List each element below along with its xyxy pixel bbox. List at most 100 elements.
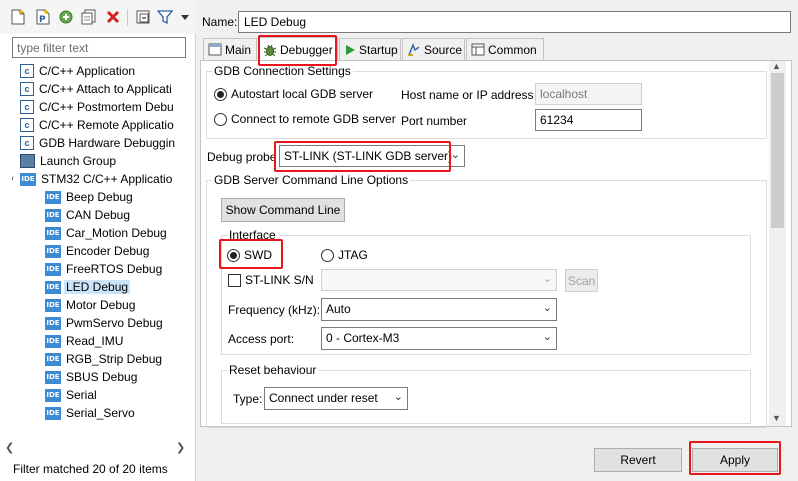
ide-icon: IDE bbox=[45, 280, 61, 294]
new-prototype-icon[interactable]: P bbox=[34, 8, 52, 26]
ide-icon: IDE bbox=[45, 226, 61, 240]
tree-item-label: CAN Debug bbox=[66, 208, 131, 222]
connect-remote-gdb-radio[interactable]: Connect to remote GDB server bbox=[214, 112, 396, 126]
tab-source-label: Source bbox=[424, 42, 463, 57]
swd-radio[interactable]: SWD bbox=[227, 248, 272, 262]
ide-icon: IDE bbox=[45, 370, 61, 384]
tab-source[interactable]: Source bbox=[402, 38, 465, 60]
source-icon bbox=[407, 42, 421, 57]
apply-button[interactable]: Apply bbox=[692, 448, 778, 472]
tree-item[interactable]: c C/C++ Attach to Applicati bbox=[20, 80, 172, 98]
radio-indicator bbox=[214, 112, 227, 126]
interface-title: Interface bbox=[227, 228, 278, 242]
tree-item-label: RGB_Strip Debug bbox=[66, 352, 163, 366]
toolbar-separator bbox=[127, 9, 128, 26]
tab-startup[interactable]: Startup bbox=[339, 38, 401, 60]
scroll-up-icon[interactable]: ▲ bbox=[772, 61, 781, 71]
launch-config-toolbar: P bbox=[0, 0, 196, 34]
reset-type-select[interactable]: Connect under reset ⌄ bbox=[264, 387, 408, 410]
tree-item[interactable]: IDE LED Debug bbox=[45, 278, 131, 296]
ide-icon: IDE bbox=[45, 262, 61, 276]
host-label: Host name or IP address bbox=[401, 88, 534, 102]
tree-item[interactable]: IDE PwmServo Debug bbox=[45, 314, 163, 332]
filter-input[interactable] bbox=[12, 37, 186, 58]
collapse-all-icon[interactable] bbox=[134, 8, 152, 26]
frequency-select[interactable]: Auto ⌄ bbox=[321, 298, 557, 321]
tree-item[interactable]: IDE CAN Debug bbox=[45, 206, 130, 224]
tree-item[interactable]: IDE Motor Debug bbox=[45, 296, 135, 314]
tree-item-label: Encoder Debug bbox=[66, 244, 150, 258]
tree-item-label: C/C++ Remote Applicatio bbox=[39, 118, 174, 132]
scan-button[interactable]: Scan bbox=[565, 269, 598, 292]
frequency-value: Auto bbox=[326, 302, 351, 316]
tree-item[interactable]: c GDB Hardware Debuggin bbox=[20, 134, 175, 152]
tab-common[interactable]: Common bbox=[466, 38, 544, 60]
c-icon: c bbox=[20, 64, 34, 78]
expand-chevron-icon[interactable]: ∨ bbox=[12, 174, 18, 185]
tree-item[interactable]: Launch Group bbox=[20, 152, 116, 170]
ide-icon: IDE bbox=[45, 316, 61, 330]
radio-indicator bbox=[227, 248, 240, 262]
scroll-left-icon[interactable]: ❮ bbox=[5, 441, 14, 454]
host-field[interactable]: localhost bbox=[535, 83, 642, 105]
name-field[interactable]: LED Debug bbox=[238, 11, 791, 33]
access-port-select[interactable]: 0 - Cortex-M3 ⌄ bbox=[321, 327, 557, 350]
debug-probe-select[interactable]: ST-LINK (ST-LINK GDB server) ⌄ bbox=[279, 145, 465, 167]
port-field[interactable]: 61234 bbox=[535, 109, 642, 131]
ide-icon: IDE bbox=[20, 172, 36, 186]
debug-probe-label: Debug probe bbox=[207, 150, 277, 164]
tree-item-label: FreeRTOS Debug bbox=[66, 262, 163, 276]
tab-debugger[interactable]: Debugger bbox=[258, 37, 338, 61]
autostart-gdb-label: Autostart local GDB server bbox=[231, 87, 374, 101]
new-config-icon[interactable] bbox=[9, 8, 27, 26]
tree-item[interactable]: IDE FreeRTOS Debug bbox=[45, 260, 162, 278]
scroll-right-icon[interactable]: ❯ bbox=[176, 441, 185, 454]
access-port-value: 0 - Cortex-M3 bbox=[326, 331, 400, 345]
radio-indicator bbox=[321, 248, 334, 262]
tree-item[interactable]: IDE Serial_Servo bbox=[45, 404, 135, 422]
autostart-gdb-radio[interactable]: Autostart local GDB server bbox=[214, 87, 373, 101]
view-menu-icon[interactable] bbox=[176, 8, 194, 26]
tree-item[interactable]: c C/C++ Remote Applicatio bbox=[20, 116, 174, 134]
delete-icon[interactable] bbox=[104, 8, 122, 26]
tree-item[interactable]: c C/C++ Postmortem Debu bbox=[20, 98, 174, 116]
tree-item-label: LED Debug bbox=[64, 280, 131, 294]
tab-common-label: Common bbox=[488, 42, 537, 57]
revert-button[interactable]: Revert bbox=[594, 448, 682, 472]
scroll-down-icon[interactable]: ▼ bbox=[772, 413, 781, 423]
checkbox-indicator bbox=[228, 273, 241, 287]
stlink-sn-select[interactable]: ⌄ bbox=[321, 269, 557, 291]
tab-main[interactable]: Main bbox=[203, 38, 257, 60]
c-icon: c bbox=[20, 100, 34, 114]
stlink-sn-checkbox[interactable]: ST-LINK S/N bbox=[228, 273, 314, 287]
ide-icon: IDE bbox=[45, 298, 61, 312]
tree-item[interactable]: IDE Read_IMU bbox=[45, 332, 123, 350]
main-tab-icon bbox=[208, 43, 222, 57]
tree-item[interactable]: c C/C++ Application bbox=[20, 62, 135, 80]
reset-type-value: Connect under reset bbox=[269, 391, 378, 405]
tree-item[interactable]: IDE Beep Debug bbox=[45, 188, 133, 206]
tree-item-label: STM32 C/C++ Applicatio bbox=[41, 172, 173, 186]
tree-horizontal-scrollbar[interactable]: ❮ ❯ bbox=[0, 440, 196, 456]
jtag-radio[interactable]: JTAG bbox=[321, 248, 368, 262]
tree-item[interactable]: IDE Encoder Debug bbox=[45, 242, 149, 260]
tree-item[interactable]: IDE Serial bbox=[45, 386, 97, 404]
duplicate-icon[interactable] bbox=[80, 8, 98, 26]
ide-icon: IDE bbox=[45, 406, 61, 420]
show-command-line-button[interactable]: Show Command Line bbox=[221, 198, 345, 222]
tree-item[interactable]: IDE SBUS Debug bbox=[45, 368, 137, 386]
ide-icon: IDE bbox=[45, 352, 61, 366]
name-label: Name: bbox=[202, 15, 238, 29]
svg-text:P: P bbox=[39, 15, 46, 25]
filter-icon[interactable] bbox=[156, 8, 174, 26]
debugger-bug-icon bbox=[263, 43, 277, 57]
tree-item[interactable]: IDE RGB_Strip Debug bbox=[45, 350, 162, 368]
export-icon[interactable] bbox=[57, 8, 75, 26]
ide-icon: IDE bbox=[45, 388, 61, 402]
scrollbar-thumb[interactable] bbox=[771, 73, 784, 228]
tree-item-label: SBUS Debug bbox=[66, 370, 138, 384]
tree-item[interactable]: ∨IDE STM32 C/C++ Applicatio bbox=[12, 170, 173, 188]
frequency-label: Frequency (kHz): bbox=[228, 303, 321, 317]
tree-item-label: Beep Debug bbox=[66, 190, 133, 204]
tree-item[interactable]: IDE Car_Motion Debug bbox=[45, 224, 167, 242]
